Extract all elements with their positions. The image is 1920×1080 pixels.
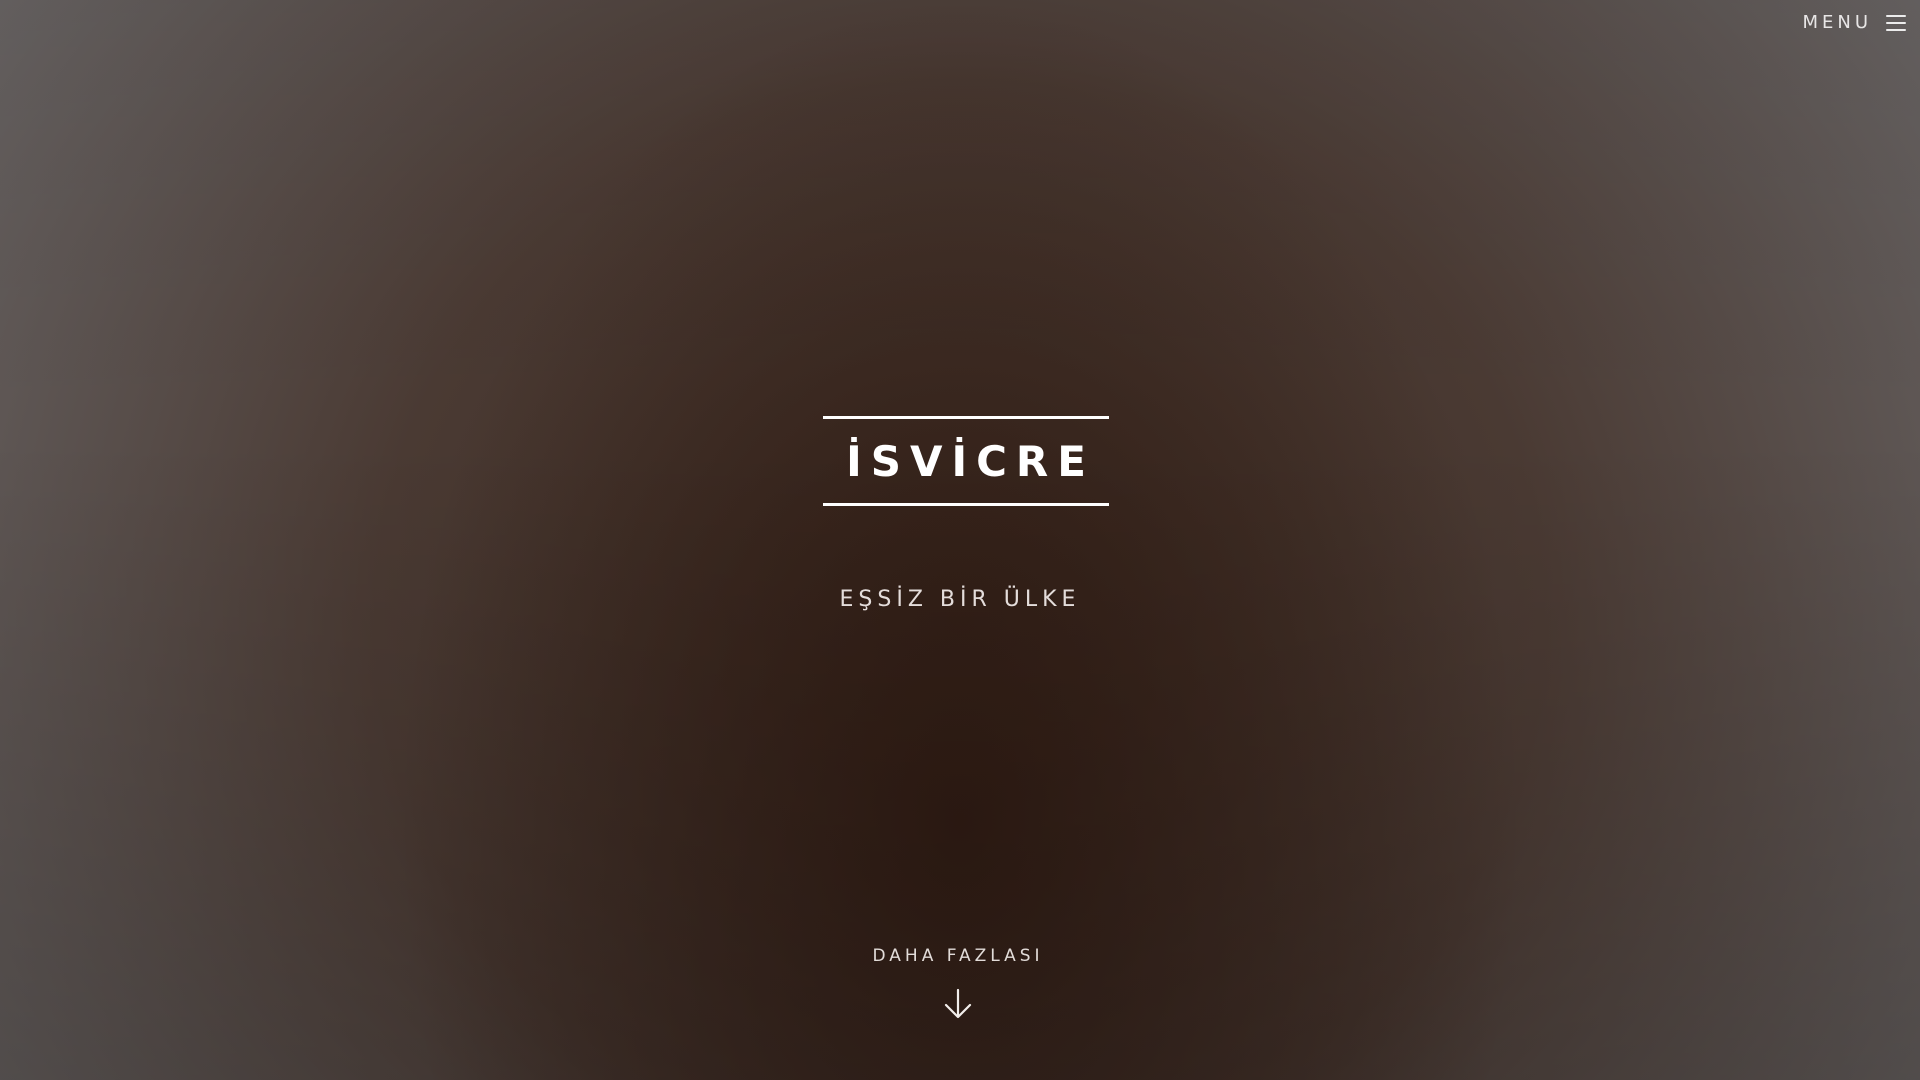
arrow-down-icon[interactable] [943, 988, 973, 1020]
more-label[interactable]: DAHA FAZLASI [0, 946, 1916, 966]
more-link[interactable]: DAHA FAZLASI [0, 946, 1916, 1020]
title-frame: İSVİCRE [823, 416, 1109, 506]
page-subtitle: EŞSİZ BİR ÜLKE [839, 587, 1081, 612]
hamburger-icon[interactable] [1886, 14, 1906, 31]
hero-background [0, 0, 1920, 1080]
page-title: İSVİCRE [846, 436, 1095, 486]
menu-label: MENU [1802, 12, 1872, 33]
menu-button[interactable]: MENU [1802, 12, 1906, 33]
